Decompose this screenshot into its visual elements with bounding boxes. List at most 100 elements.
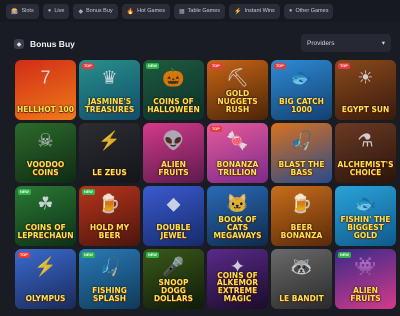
game-title: ALIEN FRUITS xyxy=(158,160,189,178)
game-title: BLAST THE BASS xyxy=(278,160,325,178)
other-games-icon: ● xyxy=(288,8,293,14)
game-tile[interactable]: 🎤 NEW SNOOP DOGG DOLLARS xyxy=(143,249,204,309)
game-title: BONANZA TRILLION xyxy=(216,160,259,178)
game-art-icon: ☠ xyxy=(37,130,54,151)
game-art-icon: 7 xyxy=(40,67,51,88)
game-title: ALCHEMIST'S CHOICE xyxy=(337,160,394,178)
game-title: COINS OF LEPRECHAUN xyxy=(17,223,74,241)
game-tile[interactable]: 👽 ALIEN FRUITS xyxy=(143,123,204,183)
game-badge: NEW xyxy=(338,252,351,258)
providers-label: Providers xyxy=(307,39,335,47)
game-tile[interactable]: ☠ VOODOO COINS xyxy=(15,123,76,183)
nav-item-live[interactable]: ● Live xyxy=(42,3,70,19)
game-tile[interactable]: ⚗ ALCHEMIST'S CHOICE xyxy=(335,123,396,183)
game-title: BIG CATCH 1000 xyxy=(279,97,324,115)
category-nav: 🎰 Slots ● Live ◆ Bonus Buy 🔥 Hot Games ▦ Table Ga… xyxy=(0,0,400,22)
nav-item-label: Live xyxy=(54,8,65,14)
game-title: HELLHOT 100 xyxy=(17,105,74,115)
nav-item-label: Slots xyxy=(21,8,34,14)
game-tile[interactable]: 🎣 BLAST THE BASS xyxy=(271,123,332,183)
game-art-icon: 👽 xyxy=(162,130,185,151)
game-art-icon: ☀ xyxy=(357,67,374,88)
game-badge: TOP xyxy=(210,63,222,69)
game-title: LE ZEUS xyxy=(92,168,127,178)
game-title: OLYMPUS xyxy=(25,294,66,304)
game-art-icon: 🍬 xyxy=(226,130,249,151)
nav-item-label: Bonus Buy xyxy=(86,8,113,14)
game-art-icon: ♛ xyxy=(101,67,118,88)
game-art-icon: 🍺 xyxy=(290,193,313,214)
game-badge: TOP xyxy=(274,63,286,69)
game-tile[interactable]: ⚡ TOP OLYMPUS xyxy=(15,249,76,309)
hot-games-icon: 🔥 xyxy=(126,8,135,15)
page-title: Bonus Buy xyxy=(30,39,75,49)
game-tile[interactable]: 🍺 BEER BONANZA xyxy=(271,186,332,246)
bonus-buy-icon: ◆ xyxy=(78,8,84,15)
game-art-icon: ⛏ xyxy=(226,67,249,88)
game-tile[interactable]: ◆ DOUBLE JEWEL xyxy=(143,186,204,246)
game-art-icon: 🎤 xyxy=(162,256,185,277)
game-title: LE BANDIT xyxy=(279,294,324,304)
game-title: GOLD NUGGETS RUSH xyxy=(217,89,258,115)
game-title: EGYPT SUN xyxy=(341,105,390,115)
game-title: JASMINE'S TREASURES xyxy=(84,97,135,115)
game-tile[interactable]: 🍬 TOP BONANZA TRILLION xyxy=(207,123,268,183)
game-tile[interactable]: ✦ COINS OF ALKEMOR EXTREME MAGIC xyxy=(207,249,268,309)
nav-item-table-games[interactable]: ▦ Table Games xyxy=(173,3,226,19)
game-title: HOLD MY BEER xyxy=(89,223,130,241)
bonus-buy-icon: ◆ xyxy=(14,39,24,49)
instant-wins-icon: ⚡ xyxy=(234,8,242,15)
game-title: COINS OF ALKEMOR EXTREME MAGIC xyxy=(216,270,259,304)
game-art-icon: 🎣 xyxy=(98,256,121,277)
game-art-icon: ☘ xyxy=(37,193,54,214)
game-tile[interactable]: 🐟 FISHIN' THE BIGGEST GOLD xyxy=(335,186,396,246)
game-art-icon: ◆ xyxy=(166,193,181,214)
game-art-icon: 🐟 xyxy=(354,193,377,214)
nav-item-label: Table Games xyxy=(187,8,221,14)
game-title: BEER BONANZA xyxy=(280,223,323,241)
game-title: FISHIN' THE BIGGEST GOLD xyxy=(340,215,391,241)
chevron-down-icon: ▾ xyxy=(381,40,385,47)
game-art-icon: 🎃 xyxy=(162,67,185,88)
game-tile[interactable]: ⚡ LE ZEUS xyxy=(79,123,140,183)
game-badge: NEW xyxy=(146,63,159,69)
section-header: ◆ Bonus Buy Providers ▾ xyxy=(0,30,400,54)
nav-item-bonus-buy[interactable]: ◆ Bonus Buy xyxy=(73,3,118,19)
game-tile[interactable]: 🦝 LE BANDIT xyxy=(271,249,332,309)
nav-item-slots[interactable]: 🎰 Slots xyxy=(6,3,39,19)
nav-item-label: Other Games xyxy=(295,8,329,14)
nav-item-label: Instant Wins xyxy=(244,8,275,14)
game-tile[interactable]: ☀ TOP EGYPT SUN xyxy=(335,60,396,120)
game-badge: TOP xyxy=(338,63,350,69)
game-tile[interactable]: 🐟 TOP BIG CATCH 1000 xyxy=(271,60,332,120)
game-badge: NEW xyxy=(18,189,31,195)
nav-item-other-games[interactable]: ● Other Games xyxy=(283,3,334,19)
game-art-icon: 🐱 xyxy=(226,193,249,214)
nav-item-label: Hot Games xyxy=(137,8,165,14)
nav-item-hot-games[interactable]: 🔥 Hot Games xyxy=(121,3,170,19)
game-tile[interactable]: 🎣 NEW FISHING SPLASH xyxy=(79,249,140,309)
game-tile[interactable]: 🎃 NEW COINS OF HALLOWEEN xyxy=(143,60,204,120)
game-title: ALIEN FRUITS xyxy=(350,286,381,304)
game-tile[interactable]: 🍺 NEW HOLD MY BEER xyxy=(79,186,140,246)
nav-item-instant-wins[interactable]: ⚡ Instant Wins xyxy=(229,3,280,19)
game-art-icon: 🎣 xyxy=(290,130,313,151)
live-icon: ● xyxy=(47,8,52,14)
game-grid: 7 HELLHOT 100 ♛ TOP JASMINE'S TREASURES 🎃 NEW C… xyxy=(15,60,396,309)
game-art-icon: 🐟 xyxy=(290,67,313,88)
game-tile[interactable]: ☘ NEW COINS OF LEPRECHAUN xyxy=(15,186,76,246)
game-badge: TOP xyxy=(210,126,222,132)
game-art-icon: 🦝 xyxy=(290,256,313,277)
game-tile[interactable]: 7 HELLHOT 100 xyxy=(15,60,76,120)
game-badge: NEW xyxy=(146,252,159,258)
game-title: FISHING SPLASH xyxy=(92,286,127,304)
game-tile[interactable]: 🐱 BOOK OF CATS MEGAWAYS xyxy=(207,186,268,246)
game-tile[interactable]: 👾 NEW ALIEN FRUITS xyxy=(335,249,396,309)
game-tile[interactable]: ⛏ TOP GOLD NUGGETS RUSH xyxy=(207,60,268,120)
game-art-icon: 👾 xyxy=(354,256,377,277)
game-title: COINS OF HALLOWEEN xyxy=(147,97,200,115)
slots-icon: 🎰 xyxy=(11,8,19,15)
game-badge: NEW xyxy=(82,252,95,258)
game-tile[interactable]: ♛ TOP JASMINE'S TREASURES xyxy=(79,60,140,120)
providers-dropdown[interactable]: Providers ▾ xyxy=(301,34,391,52)
